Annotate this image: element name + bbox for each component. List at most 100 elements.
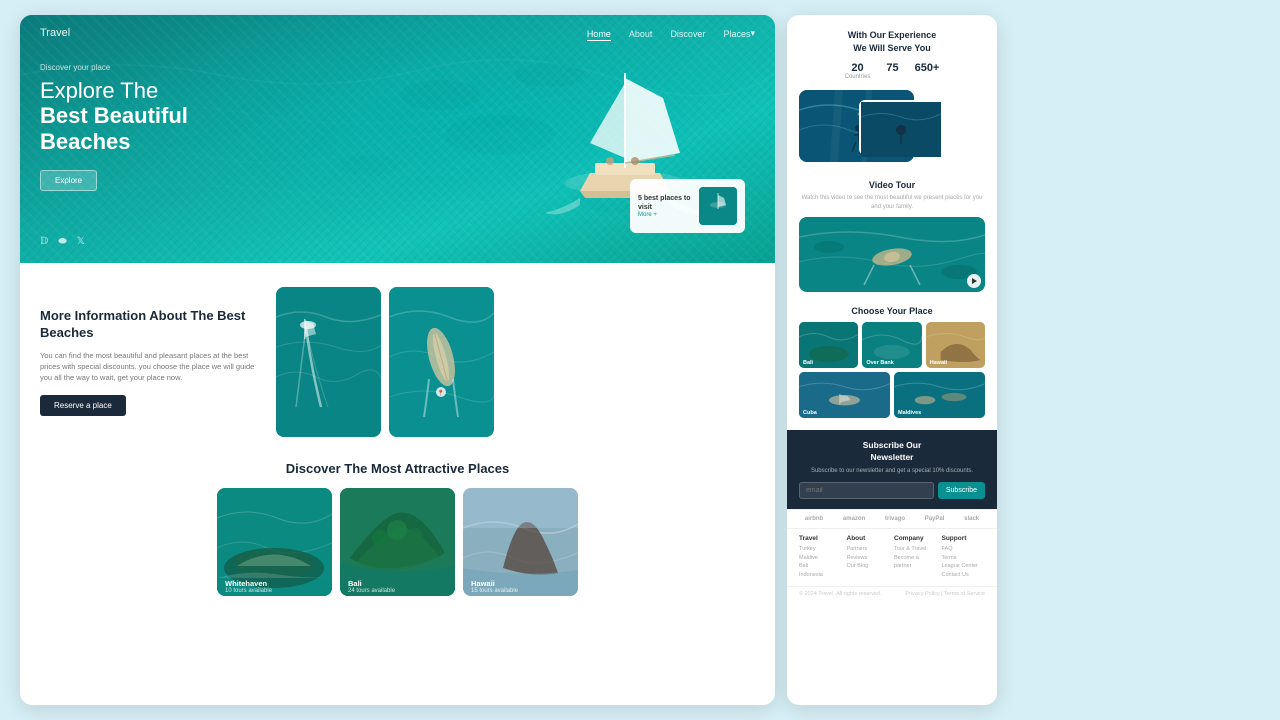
newsletter-form: Subscribe [799,482,985,499]
choose-maldives-label: Maldives [898,410,921,416]
nav-item-discover[interactable]: Discover [670,24,705,42]
choose-card-maldives[interactable]: Maldives [894,372,985,418]
footer-travel-item-4[interactable]: Indonesia [799,571,843,580]
whitehaven-label: Whitehaven [225,579,267,588]
section-info: More Information About The Best Beaches … [20,263,775,453]
footer-company-item-1[interactable]: Tour & Travel [894,545,938,554]
footer-travel-item-2[interactable]: Maldive [799,554,843,563]
nav-more[interactable]: ▾ [750,28,755,39]
facebook-icon[interactable]: 𝔻 [40,236,48,247]
underwater-overlay-image [859,100,939,155]
discover-cards: Whitehaven 10 tours available [40,488,755,596]
mini-card-content: 5 best places to visit More + [638,194,693,218]
play-button[interactable] [967,274,981,288]
footer-travel-item-3[interactable]: Bali [799,562,843,571]
video-tour-description: Watch this video to see the most beautif… [799,194,985,211]
newsletter-email-input[interactable] [799,482,934,499]
footer-copyright: © 2024 Travel. All rights reserved. [799,591,882,597]
footer-support-title: Support [942,535,986,542]
whitehaven-sub: 10 tours available [225,588,272,594]
footer-company-item-2[interactable]: Become a partner [894,554,938,572]
hero-title-line2: Best Beautiful [40,103,188,128]
choose-overbank-label: Over Bank [866,360,894,366]
hero-social: 𝔻 ⬬ 𝕏 [40,236,85,247]
play-icon [972,278,977,284]
choose-card-overbank[interactable]: Over Bank [862,322,921,368]
brand-trivago: trivago [885,516,905,522]
stat-countries: 20 Countries [845,62,871,80]
stat-countries-label: Countries [845,74,871,80]
twitter-icon[interactable]: 𝕏 [77,236,85,247]
footer-support-item-2[interactable]: Terms [942,554,986,563]
hero-section: Travel Home About Discover Places ▾ Disc… [20,15,775,263]
footer-bottom: © 2024 Travel. All rights reserved. Priv… [787,586,997,601]
choose-card-bali[interactable]: Bali [799,322,858,368]
left-panel: Travel Home About Discover Places ▾ Disc… [20,15,775,705]
footer-support-item-3[interactable]: League Center [942,562,986,571]
brand-slack: slack [964,516,979,522]
underwater-image-container [799,90,985,170]
mini-card-text: 5 best places to visit [638,194,693,212]
explore-button[interactable]: Explore [40,170,97,191]
footer-about-item-2[interactable]: Reviews [847,554,891,563]
footer-col-company: Company Tour & Travel Become a partner [894,535,938,580]
footer-travel-item-1[interactable]: Turkey [799,545,843,554]
hero-title-line3: Beaches [40,129,188,154]
nav-item-about[interactable]: About [629,24,653,42]
nav-logo: Travel [40,27,70,39]
choose-card-cuba[interactable]: Cuba [799,372,890,418]
footer-about-item-3[interactable]: Our Blog [847,562,891,571]
brand-paypal: PayPal [925,516,945,522]
section-info-text: More Information About The Best Beaches … [40,308,260,417]
mini-card-image [699,187,737,225]
footer-col-travel: Travel Turkey Maldive Bali Indonesia [799,535,843,580]
choose-bali-label: Bali [803,360,813,366]
discover-card-whitehaven[interactable]: Whitehaven 10 tours available [217,488,332,596]
mini-card-more[interactable]: More + [638,212,693,218]
choose-section: Choose Your Place Bali O [787,298,997,424]
stat-two-num: 75 [886,62,898,74]
choose-grid-bottom: Cuba Maldives [799,372,985,418]
bali-label: Bali [348,579,362,588]
section-info-description: You can find the most beautiful and plea… [40,350,260,384]
discover-card-bali[interactable]: Bali 24 tours available [340,488,455,596]
info-image-2: 📍 [389,287,494,437]
page-wrapper: Travel Home About Discover Places ▾ Disc… [20,15,1260,705]
video-tour-thumbnail[interactable] [799,217,985,292]
instagram-icon[interactable]: ⬬ [58,236,67,247]
hero-title: Explore The Best Beautiful Beaches [40,78,188,154]
footer-col-support: Support FAQ Terms League Center Contact … [942,535,986,580]
brand-airbnb: airbnb [805,516,823,522]
video-tour-title: Video Tour [799,180,985,190]
footer-section: Travel Turkey Maldive Bali Indonesia Abo… [787,528,997,586]
hawaii-label: Hawaii [471,579,495,588]
navbar: Travel Home About Discover Places ▾ [20,15,775,51]
hero-discover-label: Discover your place [40,63,188,72]
newsletter-subscribe-button[interactable]: Subscribe [938,482,985,499]
choose-grid-top: Bali Over Bank Hawaii [799,322,985,368]
stat-countries-num: 20 [845,62,871,74]
video-tour-section: Video Tour Watch this video to see the m… [787,170,997,298]
nav-item-places[interactable]: Places [723,24,750,42]
svg-text:📍: 📍 [437,389,444,397]
newsletter-description: Subscribe to our newsletter and get a sp… [799,468,985,474]
hero-mini-card: 5 best places to visit More + [630,179,745,233]
section-discover: Discover The Most Attractive Places [20,453,775,608]
stats-section: With Our Experience We Will Serve You 20… [787,15,997,90]
section-info-title: More Information About The Best Beaches [40,308,260,342]
footer-support-item-4[interactable]: Contact Us [942,571,986,580]
discover-title: Discover The Most Attractive Places [40,461,755,478]
reserve-button[interactable]: Reserve a place [40,395,126,416]
hero-content: Discover your place Explore The Best Bea… [40,63,188,191]
choose-title: Choose Your Place [799,306,985,316]
footer-about-item-1[interactable]: Partners [847,545,891,554]
footer-support-item-1[interactable]: FAQ [942,545,986,554]
nav-links: Home About Discover Places [587,24,751,42]
brands-section: airbnb amazon trivago PayPal slack [787,509,997,528]
discover-card-hawaii[interactable]: Hawaii 15 tours available [463,488,578,596]
footer-privacy[interactable]: Privacy Policy | Terms of Service [905,591,985,597]
hero-title-line1: Explore The [40,78,188,103]
nav-item-home[interactable]: Home [587,24,611,42]
choose-card-hawaii[interactable]: Hawaii [926,322,985,368]
stat-two: 75 [886,62,898,80]
